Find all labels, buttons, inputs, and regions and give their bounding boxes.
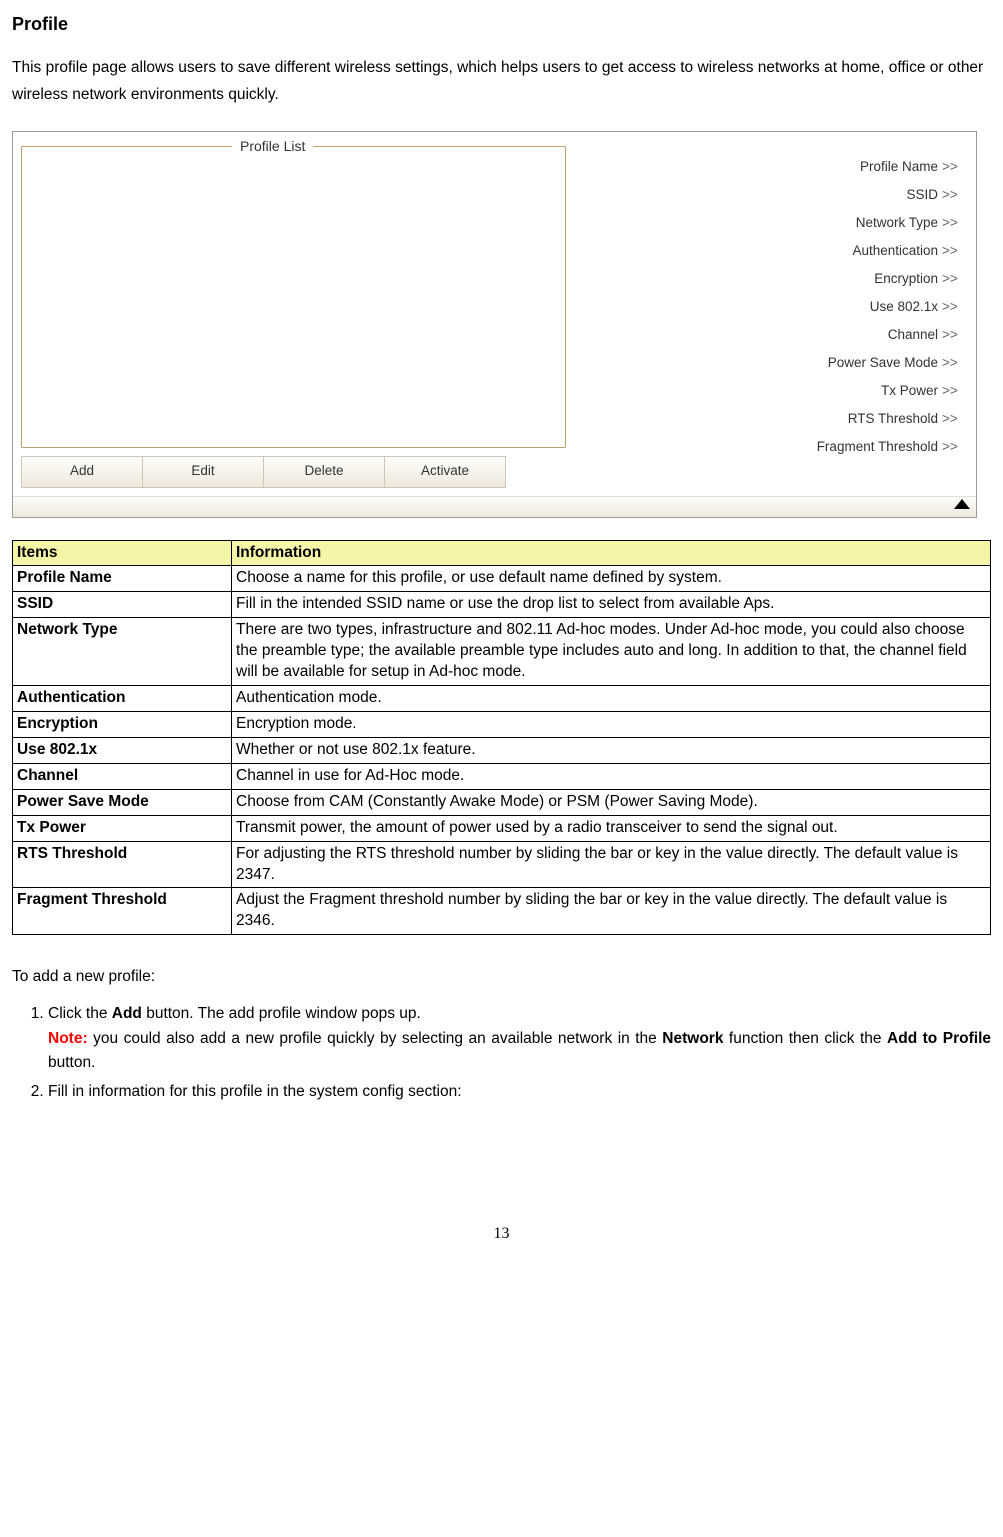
detail-row-authentication: Authentication>> [566,238,968,266]
chevron-right-icon: >> [942,298,968,316]
table-row: Tx PowerTransmit power, the amount of po… [13,815,991,841]
table-row: ChannelChannel in use for Ad-Hoc mode. [13,763,991,789]
instructions-steps: Click the Add button. The add profile wi… [12,1002,991,1103]
detail-row-fragment-threshold: Fragment Threshold>> [566,434,968,462]
activate-button[interactable]: Activate [385,456,506,488]
chevron-right-icon: >> [942,326,968,344]
step-1: Click the Add button. The add profile wi… [48,1002,991,1074]
items-information-table: Items Information Profile NameChoose a n… [12,540,991,936]
detail-row-encryption: Encryption>> [566,266,968,294]
instructions-lead: To add a new profile: [12,967,991,988]
intro-paragraph: This profile page allows users to save d… [12,54,991,108]
detail-row-tx-power: Tx Power>> [566,378,968,406]
detail-row-network-type: Network Type>> [566,210,968,238]
chevron-right-icon: >> [942,438,968,456]
detail-row-power-save: Power Save Mode>> [566,350,968,378]
chevron-right-icon: >> [942,242,968,260]
table-row: Profile NameChoose a name for this profi… [13,566,991,592]
chevron-right-icon: >> [942,354,968,372]
step-2: Fill in information for this profile in … [48,1080,991,1103]
table-row: Network TypeThere are two types, infrast… [13,618,991,686]
collapse-up-icon[interactable] [954,499,970,509]
table-row: EncryptionEncryption mode. [13,712,991,738]
table-row: RTS ThresholdFor adjusting the RTS thres… [13,841,991,888]
table-header-items: Items [13,540,232,566]
edit-button[interactable]: Edit [143,456,264,488]
table-row: AuthenticationAuthentication mode. [13,686,991,712]
chevron-right-icon: >> [942,186,968,204]
profile-list-panel: Profile List [21,146,566,448]
chevron-right-icon: >> [942,214,968,232]
chevron-right-icon: >> [942,270,968,288]
chevron-right-icon: >> [942,410,968,428]
table-row: Fragment ThresholdAdjust the Fragment th… [13,888,991,935]
table-header-information: Information [232,540,991,566]
detail-row-rts-threshold: RTS Threshold>> [566,406,968,434]
delete-button[interactable]: Delete [264,456,385,488]
detail-row-ssid: SSID>> [566,182,968,210]
add-button[interactable]: Add [21,456,143,488]
profile-list-legend: Profile List [232,137,313,156]
detail-row-use-8021x: Use 802.1x>> [566,294,968,322]
chevron-right-icon: >> [942,158,968,176]
page-number: 13 [12,1223,991,1245]
status-bar [13,496,976,517]
section-title: Profile [12,12,991,36]
detail-row-profile-name: Profile Name>> [566,154,968,182]
profile-app-screenshot: Profile List Add Edit Delete Activate Pr… [12,131,977,518]
table-row: SSIDFill in the intended SSID name or us… [13,592,991,618]
table-row: Use 802.1xWhether or not use 802.1x feat… [13,737,991,763]
chevron-right-icon: >> [942,382,968,400]
table-row: Power Save ModeChoose from CAM (Constant… [13,789,991,815]
note-label: Note: [48,1030,88,1047]
detail-row-channel: Channel>> [566,322,968,350]
